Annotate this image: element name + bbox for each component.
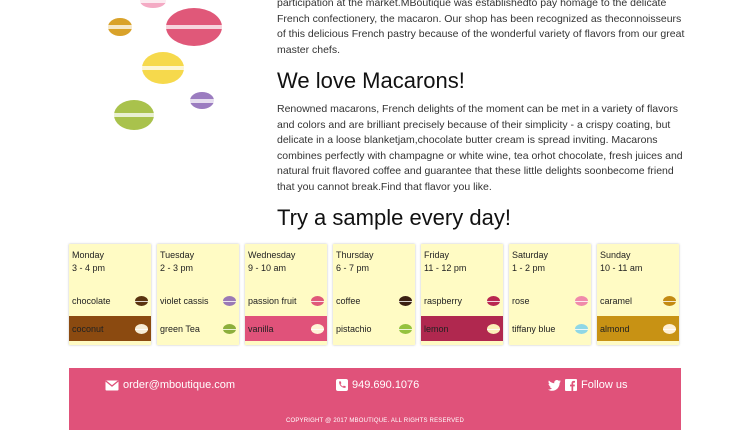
flavor-row: green Tea xyxy=(157,316,239,341)
flavor-label: coconut xyxy=(72,323,104,334)
day-time: 11 - 12 pm xyxy=(424,263,467,273)
macaron-icon xyxy=(663,295,676,306)
macaron-icon xyxy=(575,323,588,334)
flavor-label: rose xyxy=(512,295,530,306)
flavor-row: passion fruit xyxy=(245,288,327,313)
macaron-icon xyxy=(311,323,324,334)
flavor-label: coffee xyxy=(336,295,361,306)
flavor-row: caramel xyxy=(597,288,679,313)
intro-paragraph: participation at the market.MBoutique wa… xyxy=(277,0,685,56)
day-name: Sunday xyxy=(600,250,631,260)
day-card-wednesday: Wednesday 9 - 10 am passion fruit vanilla xyxy=(245,244,327,345)
follow-us-label: Follow us xyxy=(581,379,628,391)
facebook-icon[interactable] xyxy=(565,379,577,391)
macaron-icon xyxy=(399,323,412,334)
flavor-label: raspberry xyxy=(424,295,463,306)
love-paragraph: Renowned macarons, French delights of th… xyxy=(277,103,683,193)
day-time: 2 - 3 pm xyxy=(160,263,194,273)
sample-heading: Try a sample every day! xyxy=(277,205,511,230)
flavor-row: vanilla xyxy=(245,316,327,341)
day-name: Saturday xyxy=(512,250,549,260)
day-card-monday: Monday 3 - 4 pm chocolate coconut xyxy=(69,244,151,345)
flavor-label: green Tea xyxy=(160,323,200,334)
sample-schedule: Monday 3 - 4 pm chocolate coconut Tuesday 2 -… xyxy=(69,244,681,345)
flavor-label: passion fruit xyxy=(248,295,297,306)
page: participation at the market.MBoutique wa… xyxy=(0,0,750,430)
macaron-icon xyxy=(487,295,500,306)
macaron-icon xyxy=(663,323,676,334)
main-content: participation at the market.MBoutique wa… xyxy=(277,0,687,231)
flavor-row: violet cassis xyxy=(157,288,239,313)
flavor-label: chocolate xyxy=(72,295,111,306)
flavor-label: almond xyxy=(600,323,630,334)
day-time: 6 - 7 pm xyxy=(336,263,370,273)
day-card-sunday: Sunday 10 - 11 am caramel almond xyxy=(597,244,679,345)
flavor-row: rose xyxy=(509,288,591,313)
day-card-thursday: Thursday 6 - 7 pm coffee pistachio xyxy=(333,244,415,345)
day-name: Friday xyxy=(424,250,450,260)
flavor-label: caramel xyxy=(600,295,633,306)
flavor-row: chocolate xyxy=(69,288,151,313)
flavor-row: coffee xyxy=(333,288,415,313)
macaron-icon xyxy=(135,295,148,306)
copyright-text: COPYRIGHT @ 2017 MBOUTIQUE. ALL RIGHTS R… xyxy=(285,418,465,424)
day-name: Tuesday xyxy=(160,250,195,260)
day-name: Thursday xyxy=(336,250,374,260)
macaron-icon xyxy=(135,323,148,334)
day-card-saturday: Saturday 1 - 2 pm rose tiffany blue xyxy=(509,244,591,345)
macaron-purple xyxy=(190,92,214,109)
macaron-yellow xyxy=(142,52,184,84)
flavor-label: lemon xyxy=(424,323,449,334)
footer-email[interactable]: order@mboutique.com xyxy=(105,379,235,391)
day-time: 9 - 10 am xyxy=(248,263,287,273)
macaron-icon xyxy=(311,295,324,306)
macaron-pink-light xyxy=(140,0,166,8)
flavor-row: pistachio xyxy=(333,316,415,341)
flavor-row: almond xyxy=(597,316,679,341)
love-heading: We love Macarons! xyxy=(277,68,465,93)
macaron-mustard xyxy=(108,18,132,36)
footer-phone-text[interactable]: 949.690.1076 xyxy=(352,379,419,391)
day-time: 10 - 11 am xyxy=(600,263,643,273)
phone-icon xyxy=(336,379,348,391)
decorative-macarons xyxy=(100,0,240,140)
macaron-icon xyxy=(223,323,236,334)
flavor-row: raspberry xyxy=(421,288,503,313)
macaron-icon xyxy=(575,295,588,306)
footer-email-text[interactable]: order@mboutique.com xyxy=(123,379,235,391)
day-name: Monday xyxy=(72,250,105,260)
day-time: 1 - 2 pm xyxy=(512,263,546,273)
macaron-green xyxy=(114,100,154,130)
twitter-icon[interactable] xyxy=(548,379,561,391)
flavor-row: coconut xyxy=(69,316,151,341)
flavor-row: tiffany blue xyxy=(509,316,591,341)
day-card-friday: Friday 11 - 12 pm raspberry lemon xyxy=(421,244,503,345)
flavor-label: vanilla xyxy=(248,323,274,334)
macaron-pink xyxy=(166,8,222,46)
footer-phone[interactable]: 949.690.1076 xyxy=(336,379,419,391)
footer-social: Follow us xyxy=(548,379,627,391)
macaron-icon xyxy=(223,295,236,306)
day-time: 3 - 4 pm xyxy=(72,263,106,273)
day-name: Wednesday xyxy=(248,250,296,260)
day-card-tuesday: Tuesday 2 - 3 pm violet cassis green Tea xyxy=(157,244,239,345)
flavor-label: tiffany blue xyxy=(512,323,556,334)
flavor-label: violet cassis xyxy=(160,295,209,306)
envelope-icon xyxy=(105,379,119,391)
macaron-icon xyxy=(487,323,500,334)
flavor-row: lemon xyxy=(421,316,503,341)
footer: order@mboutique.com 949.690.1076 Follow … xyxy=(69,368,681,430)
flavor-label: pistachio xyxy=(336,323,372,334)
macaron-icon xyxy=(399,295,412,306)
